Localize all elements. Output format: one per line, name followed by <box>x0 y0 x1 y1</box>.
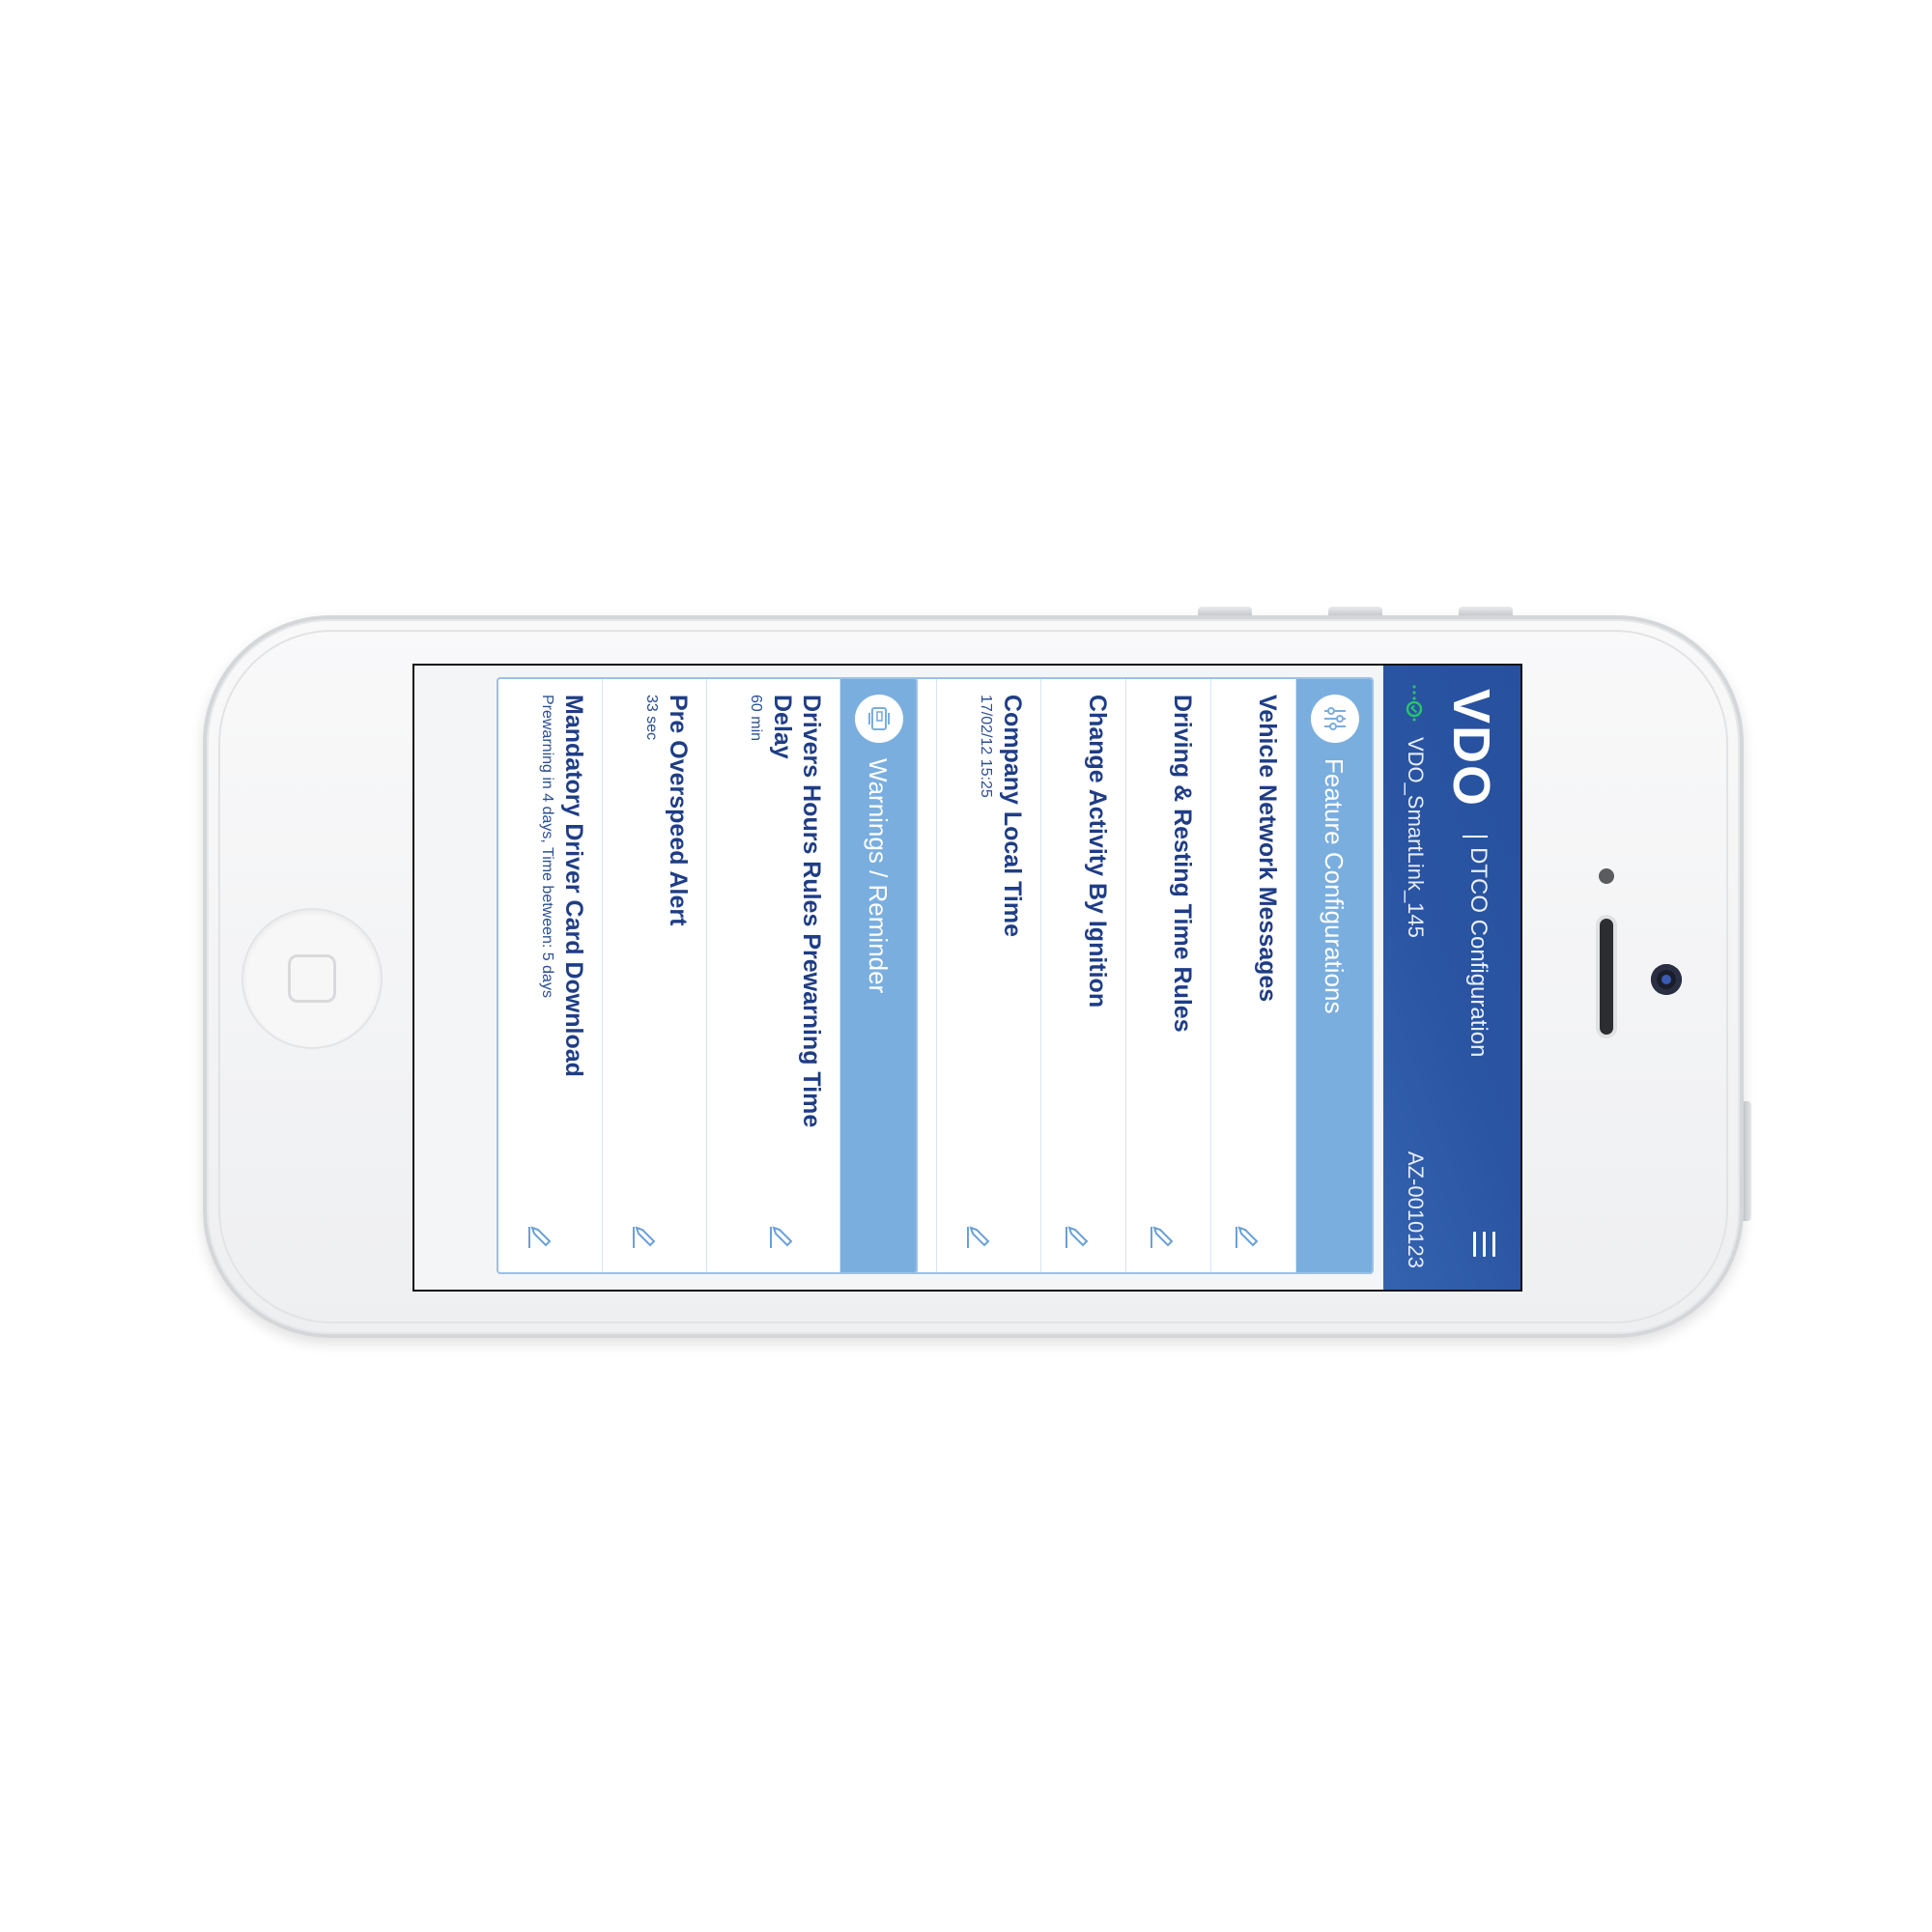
device-name: VDO_SmartLink_145 <box>1404 737 1428 938</box>
config-row-change-activity-by-ignition[interactable]: Change Activity By Ignition <box>1041 679 1126 1272</box>
edit-pencil-icon[interactable] <box>631 1222 660 1251</box>
row-label: Pre Overspeed Alert <box>665 695 692 926</box>
edit-pencil-icon[interactable] <box>768 1222 797 1251</box>
device-id: AZ-0010123 <box>1404 1151 1428 1268</box>
sliders-icon <box>1311 695 1359 743</box>
row-label: Vehicle Network Messages <box>1254 695 1281 1003</box>
row-label: Drivers Hours Rules Prewarning Time Dela… <box>769 695 825 1128</box>
row-label: Mandatory Driver Card Download <box>560 695 587 1077</box>
config-row-drivers-hours-rules-prewarning[interactable]: Drivers Hours Rules Prewarning Time Dela… <box>707 679 840 1272</box>
section-title: Feature Configurations <box>1320 758 1349 1014</box>
home-button[interactable] <box>242 908 383 1049</box>
app-title: DTCO Configuration <box>1465 847 1492 1058</box>
config-row-mandatory-driver-card-download[interactable]: Mandatory Driver Card Download Prewarnin… <box>498 679 603 1272</box>
edit-pencil-icon[interactable] <box>1149 1222 1178 1251</box>
home-square-icon <box>288 954 336 1003</box>
edit-pencil-icon[interactable] <box>965 1222 994 1251</box>
row-label: Company Local Time <box>999 695 1026 937</box>
vdo-logo: VDO <box>1442 689 1500 809</box>
edit-pencil-icon[interactable] <box>526 1222 555 1251</box>
row-label: Change Activity By Ignition <box>1084 695 1111 1009</box>
earpiece-speaker <box>1596 915 1617 1038</box>
feature-configurations-section: Feature Configurations Vehicle Network M… <box>850 677 1374 1274</box>
logo-separator <box>1463 836 1488 838</box>
edit-pencil-icon[interactable] <box>1064 1222 1093 1251</box>
warnings-reminder-section: Warnings / Reminder Drivers Hours Rules … <box>497 677 918 1274</box>
config-row-vehicle-network-messages[interactable]: Vehicle Network Messages <box>1211 679 1296 1272</box>
row-value: 60 min <box>748 695 764 742</box>
config-row-pre-overspeed-alert[interactable]: Pre Overspeed Alert 33 sec <box>603 679 707 1272</box>
row-label: Driving & Resting Time Rules <box>1169 695 1196 1033</box>
edit-pencil-icon[interactable] <box>1234 1222 1263 1251</box>
phone-screen: VDO DTCO Configuration VDO_SmartLink_145… <box>412 664 1522 1292</box>
app-header: VDO DTCO Configuration VDO_SmartLink_145… <box>1383 666 1520 1290</box>
app-viewport: VDO DTCO Configuration VDO_SmartLink_145… <box>414 666 1520 1290</box>
tachograph-icon <box>855 695 903 743</box>
hamburger-menu-icon[interactable] <box>1472 1232 1495 1257</box>
section-title: Warnings / Reminder <box>864 758 893 994</box>
row-value: 33 sec <box>643 695 660 741</box>
section-header: Warnings / Reminder <box>840 679 916 1272</box>
row-value: Prewarning in 4 days, Time between: 5 da… <box>539 695 555 998</box>
config-row-driving-resting-time-rules[interactable]: Driving & Resting Time Rules <box>1126 679 1211 1272</box>
row-value: 17/02/12 15:25 <box>978 695 994 798</box>
config-row-company-local-time[interactable]: Company Local Time 17/02/12 15:25 <box>937 679 1041 1272</box>
proximity-sensor <box>1599 868 1614 884</box>
connected-icon <box>1406 685 1423 722</box>
section-header: Feature Configurations <box>1296 679 1372 1272</box>
front-camera <box>1651 964 1682 995</box>
